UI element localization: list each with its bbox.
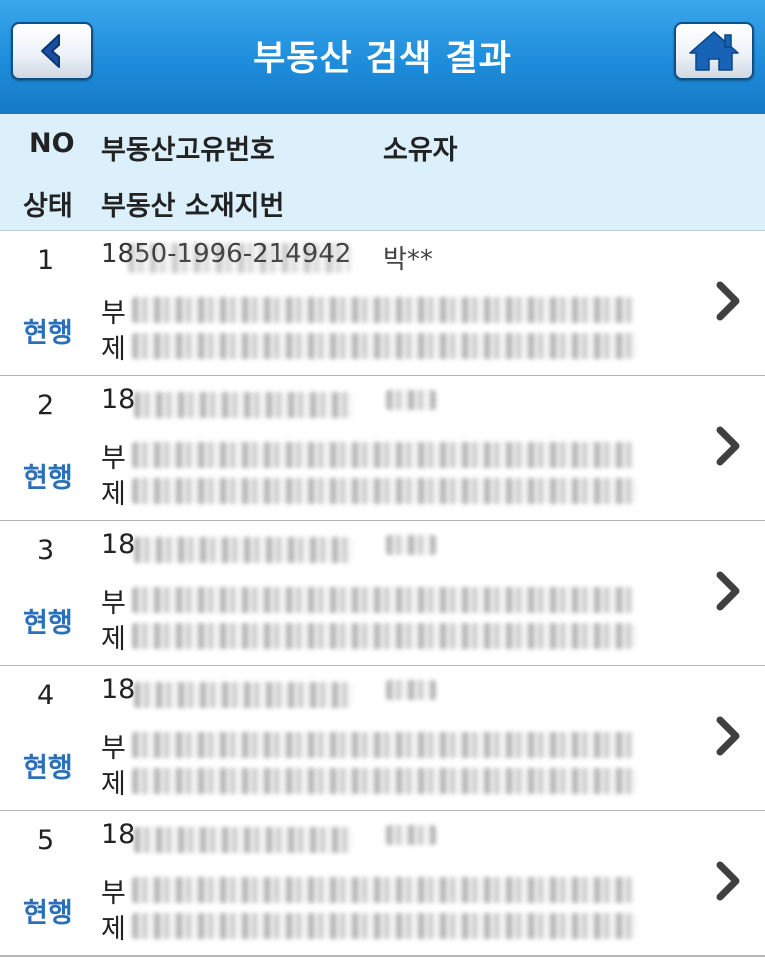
redacted-property-id	[134, 682, 352, 708]
status-label: 현행	[23, 608, 73, 639]
chevron-right-icon	[716, 426, 740, 466]
address-line-1-prefix: 부	[101, 298, 126, 329]
address-line-1-prefix: 부	[101, 588, 126, 619]
address-line-1-prefix: 부	[101, 443, 126, 474]
result-row-3[interactable]: 3 18 현행 부 제	[0, 521, 765, 667]
redacted-property-id	[134, 537, 352, 563]
row-number: 1	[37, 245, 55, 276]
column-status: 상태	[23, 191, 73, 222]
redacted-owner	[386, 535, 436, 555]
column-no: NO	[29, 128, 75, 159]
home-button[interactable]	[674, 22, 754, 80]
property-id-prefix: 18	[101, 819, 136, 850]
row-number: 5	[37, 825, 55, 856]
address-line-2-prefix: 제	[101, 334, 126, 365]
address-line-1-prefix: 부	[101, 878, 126, 909]
address-line-2-prefix: 제	[101, 479, 126, 510]
status-label: 현행	[23, 753, 73, 784]
result-row-4[interactable]: 4 18 현행 부 제	[0, 666, 765, 812]
redacted-property-id	[134, 392, 352, 418]
row-number: 4	[37, 680, 55, 711]
address-line-2-prefix: 제	[101, 624, 126, 655]
app-header: 부동산 검색 결과	[0, 0, 765, 115]
redacted-address-line-2	[132, 478, 636, 504]
property-id-prefix: 18	[101, 529, 136, 560]
redacted-address-line-1	[132, 297, 634, 323]
redacted-address-line-1	[132, 442, 634, 468]
page-title: 부동산 검색 결과	[253, 39, 512, 79]
status-label: 현행	[23, 898, 73, 929]
redacted-property-id	[134, 827, 352, 853]
redacted-address-line-2	[132, 623, 636, 649]
chevron-right-icon	[716, 861, 740, 901]
redacted-owner	[386, 390, 436, 410]
home-icon	[689, 31, 739, 71]
chevron-right-icon	[716, 716, 740, 756]
status-label: 현행	[23, 463, 73, 494]
result-row-1[interactable]: 1 1850-1996-214942 박** 현행 부 제	[0, 231, 765, 377]
address-line-2-prefix: 제	[101, 914, 126, 945]
column-address: 부동산 소재지번	[101, 191, 285, 222]
address-line-2-prefix: 제	[101, 769, 126, 800]
column-property-id: 부동산고유번호	[101, 135, 275, 166]
chevron-right-icon	[716, 281, 740, 321]
redacted-owner	[386, 825, 436, 845]
result-row-5[interactable]: 5 18 현행 부 제	[0, 811, 765, 957]
result-row-2[interactable]: 2 18 현행 부 제	[0, 376, 765, 522]
redacted-address-line-1	[132, 732, 634, 758]
redacted-address-line-1	[132, 877, 634, 903]
redacted-address-line-2	[132, 768, 636, 794]
redacted-id-overlay	[128, 243, 350, 273]
row-number: 3	[37, 535, 55, 566]
redacted-address-line-1	[132, 587, 634, 613]
address-line-1-prefix: 부	[101, 733, 126, 764]
owner-name: 박**	[383, 245, 433, 275]
property-id-prefix: 18	[101, 384, 136, 415]
column-header: NO 부동산고유번호 소유자 상태 부동산 소재지번	[0, 114, 765, 232]
redacted-owner	[386, 680, 436, 700]
chevron-right-icon	[716, 571, 740, 611]
row-number: 2	[37, 390, 55, 421]
property-id-prefix: 18	[101, 674, 136, 705]
status-label: 현행	[23, 318, 73, 349]
column-owner: 소유자	[383, 135, 458, 166]
redacted-address-line-2	[132, 333, 636, 359]
redacted-address-line-2	[132, 913, 636, 939]
